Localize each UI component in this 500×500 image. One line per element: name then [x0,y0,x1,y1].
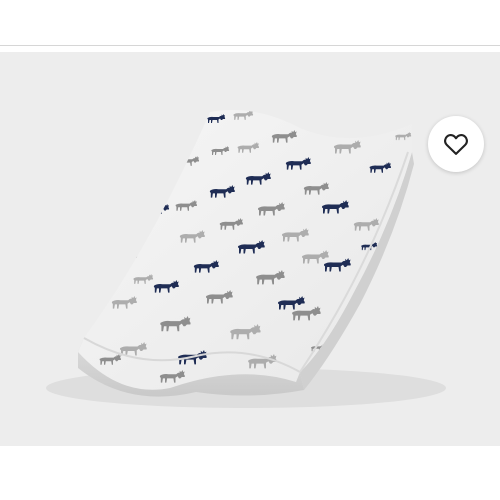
top-divider [0,45,500,46]
product-image[interactable] [0,52,500,446]
product-image-gallery[interactable] [0,52,500,446]
favorite-button[interactable] [428,116,484,172]
heart-outline-icon [444,134,468,155]
